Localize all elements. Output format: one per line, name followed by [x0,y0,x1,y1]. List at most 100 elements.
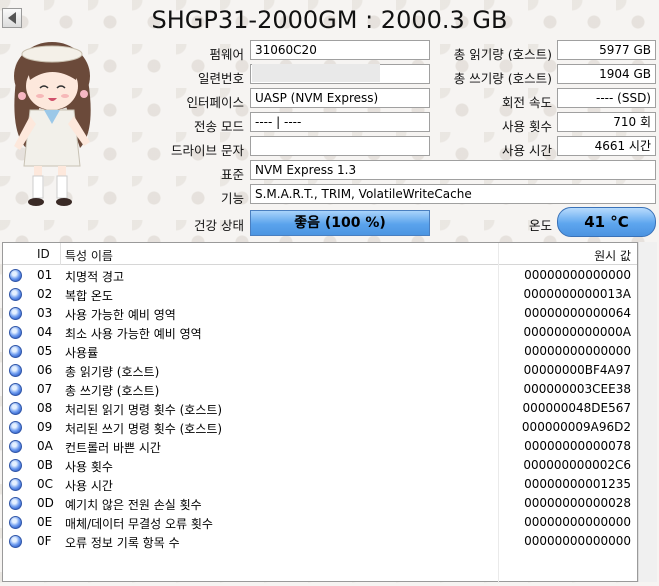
table-row[interactable]: 0C 사용 시간 00000000001235 [3,475,637,494]
table-row[interactable]: 0F 오류 정보 기록 항목 수 00000000000000 [3,532,637,551]
total-reads-label: 총 읽기량 (호스트) [453,47,552,62]
table-row[interactable]: 07 총 쓰기량 (호스트) 000000003CEE38 [3,380,637,399]
attribute-name: 처리된 쓰기 명령 횟수 (호스트) [65,422,223,436]
disk-title: SHGP31-2000GM : 2000.3 GB [151,6,508,34]
features-value: S.M.A.R.T., TRIM, VolatileWriteCache [250,184,656,204]
status-dot-icon [9,288,22,301]
attribute-name: 최소 사용 가능한 예비 영역 [65,327,202,341]
table-row[interactable]: 0B 사용 횟수 000000000002C6 [3,456,637,475]
status-dot-icon [9,402,22,415]
header-id[interactable]: ID [37,247,50,261]
attribute-name: 사용률 [65,346,99,360]
drive-letter-label: 드라이브 문자 [171,143,244,158]
smart-table[interactable]: ID 특성 이름 원시 값 01 치명적 경고 00000000000000 02 복합… [2,242,638,583]
attribute-id: 08 [37,401,53,415]
attribute-name: 컨트롤러 바쁜 시간 [65,441,161,455]
status-dot-icon [9,421,22,434]
temperature-label: 온도 [528,218,552,233]
table-row[interactable]: 01 치명적 경고 00000000000000 [3,266,637,285]
table-row[interactable]: 03 사용 가능한 예비 영역 00000000000064 [3,304,637,323]
table-scrollbar[interactable] [638,242,657,582]
temperature-button[interactable]: 41 °C [557,207,656,237]
attribute-name: 예기치 않은 전원 손실 횟수 [65,498,202,512]
attribute-raw-value: 00000000000000 [524,268,631,282]
attribute-id: 07 [37,382,53,396]
table-row[interactable]: 05 사용률 00000000000000 [3,342,637,361]
status-dot-icon [9,478,22,491]
status-dot-icon [9,326,22,339]
table-row[interactable]: 0D 예기치 않은 전원 손실 횟수 00000000000028 [3,494,637,513]
status-dot-icon [9,383,22,396]
attribute-raw-value: 00000000000064 [524,306,631,320]
status-dot-icon [9,440,22,453]
total-writes-label: 총 쓰기량 (호스트) [453,71,552,86]
attribute-raw-value: 000000000002C6 [523,458,631,472]
attribute-id: 0F [37,534,52,548]
standard-label: 표준 [220,167,244,182]
status-dot-icon [9,364,22,377]
attribute-name: 치명적 경고 [65,270,125,284]
attribute-id: 03 [37,306,53,320]
attribute-id: 0C [37,477,54,491]
firmware-label: 펌웨어 [209,47,244,62]
power-on-hours-value: 4661 시간 [557,136,656,156]
mascot-illustration [14,42,91,206]
attribute-id: 0A [37,439,53,453]
attribute-raw-value: 00000000000000 [524,515,631,529]
features-label: 기능 [220,191,244,206]
table-row[interactable]: 0A 컨트롤러 바쁜 시간 00000000000078 [3,437,637,456]
health-status-button[interactable]: 좋음 (100 %) [250,210,430,236]
attribute-id: 02 [37,287,53,301]
firmware-value: 31060C20 [250,40,430,60]
attribute-raw-value: 000000003CEE38 [523,382,631,396]
interface-value: UASP (NVM Express) [250,88,430,108]
status-dot-icon [9,497,22,510]
attribute-id: 04 [37,325,53,339]
header-raw[interactable]: 원시 값 [594,247,631,264]
drive-letter-value [250,136,430,156]
header-name[interactable]: 특성 이름 [65,247,113,264]
attribute-raw-value: 00000000BF4A97 [523,363,631,377]
attribute-raw-value: 000000009A96D2 [521,420,631,434]
attribute-raw-value: 00000000000000 [524,534,631,548]
attribute-raw-value: 00000000000078 [524,439,631,453]
attribute-raw-value: 00000000000028 [524,496,631,510]
total-reads-value: 5977 GB [557,40,656,60]
table-header: ID 특성 이름 원시 값 [3,243,637,265]
attribute-name: 처리된 읽기 명령 횟수 (호스트) [65,403,223,417]
total-writes-value: 1904 GB [557,64,656,84]
attribute-name: 총 읽기량 (호스트) [65,365,160,379]
attribute-id: 09 [37,420,53,434]
health-label: 건강 상태 [194,218,244,233]
table-row[interactable]: 04 최소 사용 가능한 예비 영역 0000000000000A [3,323,637,342]
table-row[interactable]: 06 총 읽기량 (호스트) 00000000BF4A97 [3,361,637,380]
rotation-label: 회전 속도 [502,95,552,110]
attribute-name: 매체/데이터 무결성 오류 횟수 [65,517,213,531]
attribute-raw-value: 00000000000000 [524,344,631,358]
status-dot-icon [9,345,22,358]
attribute-name: 오류 정보 기록 항목 수 [65,536,180,550]
attribute-id: 0B [37,458,53,472]
rotation-value: ---- (SSD) [557,88,656,108]
attribute-name: 복합 온도 [65,289,113,303]
table-row[interactable]: 08 처리된 읽기 명령 횟수 (호스트) 000000048DE567 [3,399,637,418]
table-row[interactable]: 09 처리된 쓰기 명령 횟수 (호스트) 000000009A96D2 [3,418,637,437]
attribute-id: 0E [37,515,53,529]
status-dot-icon [9,269,22,282]
transfer-mode-label: 전송 모드 [194,119,244,134]
table-row[interactable]: 0E 매체/데이터 무결성 오류 횟수 00000000000000 [3,513,637,532]
interface-label: 인터페이스 [186,95,244,110]
status-dot-icon [9,535,22,548]
standard-value: NVM Express 1.3 [250,160,656,180]
status-dot-icon [9,459,22,472]
attribute-raw-value: 00000000001235 [524,477,631,491]
table-row[interactable]: 02 복합 온도 0000000000013A [3,285,637,304]
transfer-mode-value: ---- | ---- [250,112,430,132]
attribute-id: 0D [37,496,54,510]
attribute-id: 05 [37,344,53,358]
attribute-name: 총 쓰기량 (호스트) [65,384,160,398]
power-on-count-label: 사용 횟수 [502,119,552,134]
serial-masked [252,64,380,82]
serial-label: 일련번호 [197,71,244,86]
power-on-hours-label: 사용 시간 [502,143,552,158]
